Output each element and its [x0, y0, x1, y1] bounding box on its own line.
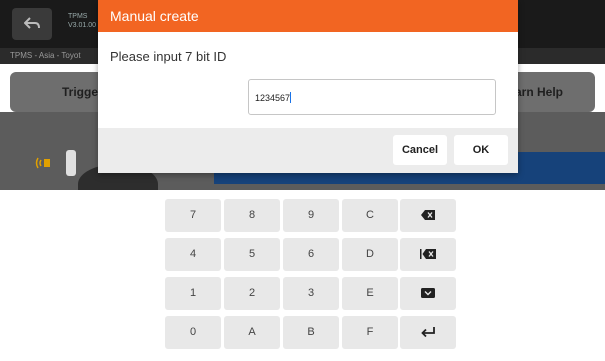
clear-key[interactable]	[400, 238, 456, 271]
ok-button[interactable]: OK	[454, 135, 508, 165]
backspace-key[interactable]	[400, 199, 456, 232]
key-d[interactable]: D	[342, 238, 398, 271]
clear-icon	[420, 249, 436, 260]
sensor-id-value: 1234567	[255, 93, 291, 103]
app-title: TPMS V3.01.00	[68, 12, 96, 30]
tab-trigger[interactable]: Trigge	[62, 85, 98, 99]
key-3[interactable]: 3	[283, 277, 339, 310]
key-4[interactable]: 4	[165, 238, 221, 271]
key-7[interactable]: 7	[165, 199, 221, 232]
key-8[interactable]: 8	[224, 199, 280, 232]
hide-keyboard-key[interactable]	[400, 277, 456, 310]
cancel-button[interactable]: Cancel	[393, 135, 447, 165]
tab-learn-help[interactable]: arn Help	[515, 85, 563, 99]
app-version: V3.01.00	[68, 22, 97, 29]
back-arrow-icon	[24, 17, 40, 29]
tire-icon	[66, 150, 76, 176]
enter-key[interactable]	[400, 316, 456, 349]
app-title-name: TPMS	[68, 13, 88, 20]
backspace-icon	[421, 210, 435, 221]
enter-icon	[421, 326, 435, 337]
text-caret	[290, 92, 292, 103]
key-e[interactable]: E	[342, 277, 398, 310]
dialog-footer: Cancel OK	[98, 128, 518, 173]
key-2[interactable]: 2	[224, 277, 280, 310]
dialog-title: Manual create	[98, 0, 518, 32]
key-9[interactable]: 9	[283, 199, 339, 232]
back-button[interactable]	[12, 8, 52, 40]
sensor-id-input[interactable]: 1234567	[248, 79, 496, 115]
key-6[interactable]: 6	[283, 238, 339, 271]
key-5[interactable]: 5	[224, 238, 280, 271]
tpms-sensor-icon	[35, 157, 50, 169]
hex-keypad: 7 8 9 C 4 5 6 D 1 2 3 E 0 A B F	[0, 190, 605, 361]
key-f[interactable]: F	[342, 316, 398, 349]
key-1[interactable]: 1	[165, 277, 221, 310]
key-a[interactable]: A	[224, 316, 280, 349]
key-b[interactable]: B	[283, 316, 339, 349]
manual-create-dialog: Manual create Please input 7 bit ID 1234…	[98, 0, 518, 173]
hide-keyboard-icon	[421, 288, 435, 299]
key-c[interactable]: C	[342, 199, 398, 232]
id-prompt-label: Please input 7 bit ID	[110, 49, 227, 64]
key-0[interactable]: 0	[165, 316, 221, 349]
